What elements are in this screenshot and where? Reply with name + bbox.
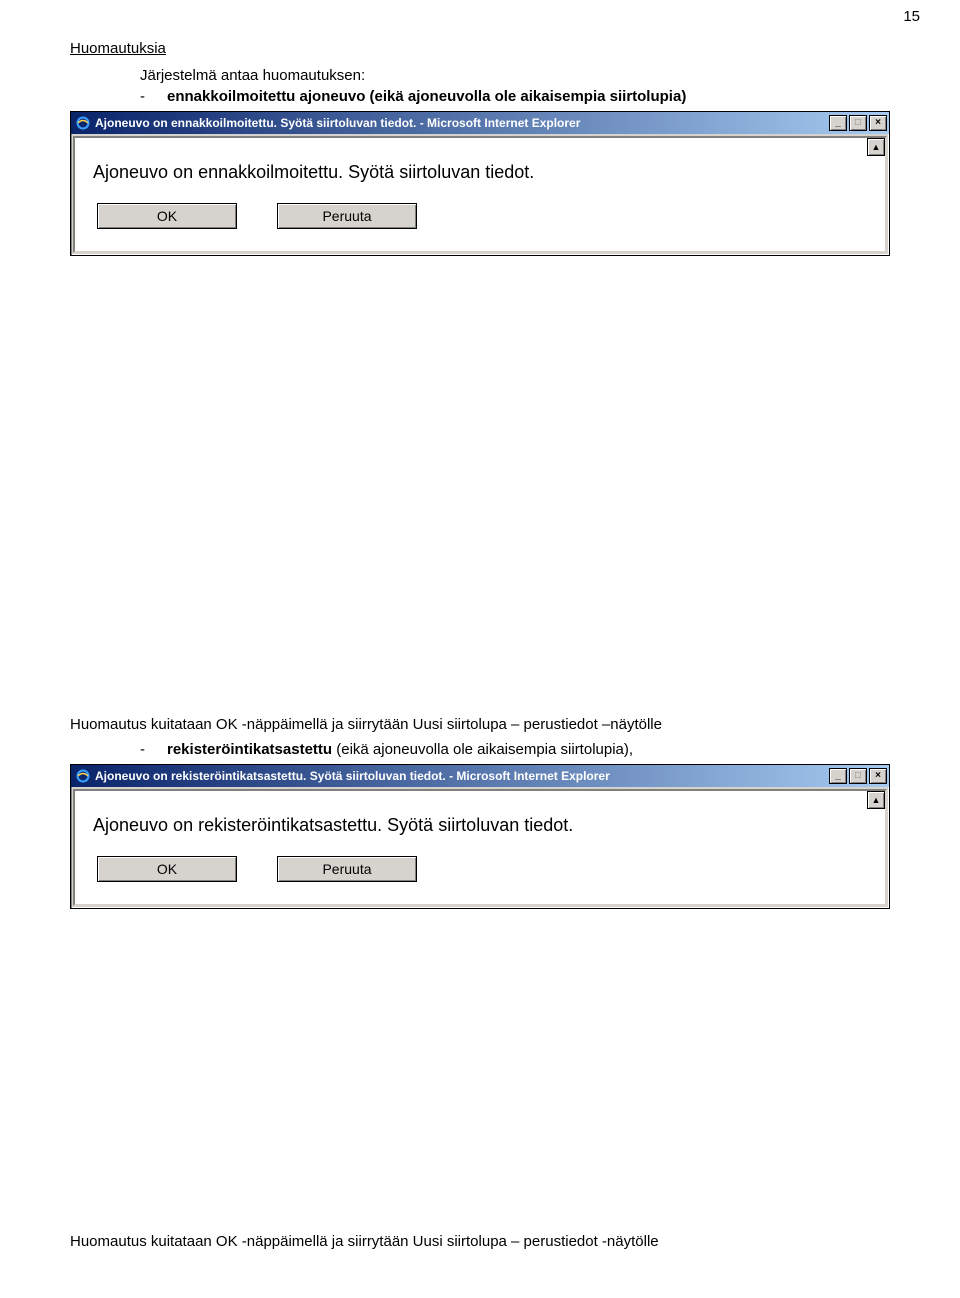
spacer bbox=[70, 919, 890, 1219]
maximize-button[interactable]: □ bbox=[849, 768, 867, 784]
ie-icon bbox=[75, 115, 91, 131]
maximize-button[interactable]: □ bbox=[849, 115, 867, 131]
cancel-button[interactable]: Peruuta bbox=[277, 203, 417, 229]
ie-icon bbox=[75, 768, 91, 784]
dialog-message: Ajoneuvo on ennakkoilmoitettu. Syötä sii… bbox=[93, 162, 863, 183]
page-number: 15 bbox=[903, 8, 920, 25]
section-heading: Huomautuksia bbox=[70, 40, 890, 57]
titlebar: Ajoneuvo on ennakkoilmoitettu. Syötä sii… bbox=[71, 112, 889, 134]
bullet-rest: (eikä ajoneuvolla ole aikaisempia siirto… bbox=[332, 741, 633, 758]
dialog-window: Ajoneuvo on ennakkoilmoitettu. Syötä sii… bbox=[70, 111, 890, 256]
window-controls: _ □ × bbox=[829, 115, 887, 131]
scroll-up-button[interactable]: ▲ bbox=[867, 791, 885, 809]
bullet-text: rekisteröintikatsastettu (eikä ajoneuvol… bbox=[167, 741, 633, 758]
client-inner: Ajoneuvo on ennakkoilmoitettu. Syötä sii… bbox=[75, 138, 885, 251]
spacer bbox=[70, 262, 890, 702]
window-title: Ajoneuvo on rekisteröintikatsastettu. Sy… bbox=[95, 769, 829, 783]
cancel-button[interactable]: Peruuta bbox=[277, 856, 417, 882]
client-inner: Ajoneuvo on rekisteröintikatsastettu. Sy… bbox=[75, 791, 885, 904]
close-button[interactable]: × bbox=[869, 115, 887, 131]
bullet-item: - rekisteröintikatsastettu (eikä ajoneuv… bbox=[140, 741, 890, 758]
dialog-window: Ajoneuvo on rekisteröintikatsastettu. Sy… bbox=[70, 764, 890, 909]
bullet-dash: - bbox=[140, 88, 145, 105]
minimize-button[interactable]: _ bbox=[829, 768, 847, 784]
caption-text: Huomautus kuitataan OK -näppäimellä ja s… bbox=[70, 716, 890, 733]
minimize-button[interactable]: _ bbox=[829, 115, 847, 131]
bullet-item: - ennakkoilmoitettu ajoneuvo (eikä ajone… bbox=[140, 88, 890, 105]
document-page: 15 Huomautuksia Järjestelmä antaa huomau… bbox=[0, 0, 960, 1298]
caption-text: Huomautus kuitataan OK -näppäimellä ja s… bbox=[70, 1233, 890, 1250]
client-area: ▲ Ajoneuvo on rekisteröintikatsastettu. … bbox=[73, 789, 887, 906]
bullet-dash: - bbox=[140, 741, 145, 758]
titlebar: Ajoneuvo on rekisteröintikatsastettu. Sy… bbox=[71, 765, 889, 787]
window-title: Ajoneuvo on ennakkoilmoitettu. Syötä sii… bbox=[95, 116, 829, 130]
window-controls: _ □ × bbox=[829, 768, 887, 784]
button-row: OK Peruuta bbox=[97, 203, 863, 229]
scroll-up-button[interactable]: ▲ bbox=[867, 138, 885, 156]
close-button[interactable]: × bbox=[869, 768, 887, 784]
button-row: OK Peruuta bbox=[97, 856, 863, 882]
ok-button[interactable]: OK bbox=[97, 203, 237, 229]
bullet-bold: ennakkoilmoitettu ajoneuvo (eikä ajoneuv… bbox=[167, 88, 686, 105]
client-area: ▲ Ajoneuvo on ennakkoilmoitettu. Syötä s… bbox=[73, 136, 887, 253]
ok-button[interactable]: OK bbox=[97, 856, 237, 882]
dialog-message: Ajoneuvo on rekisteröintikatsastettu. Sy… bbox=[93, 815, 863, 836]
intro-text: Järjestelmä antaa huomautuksen: bbox=[140, 67, 890, 84]
bullet-text: ennakkoilmoitettu ajoneuvo (eikä ajoneuv… bbox=[167, 88, 686, 105]
bullet-bold: rekisteröintikatsastettu bbox=[167, 741, 332, 758]
